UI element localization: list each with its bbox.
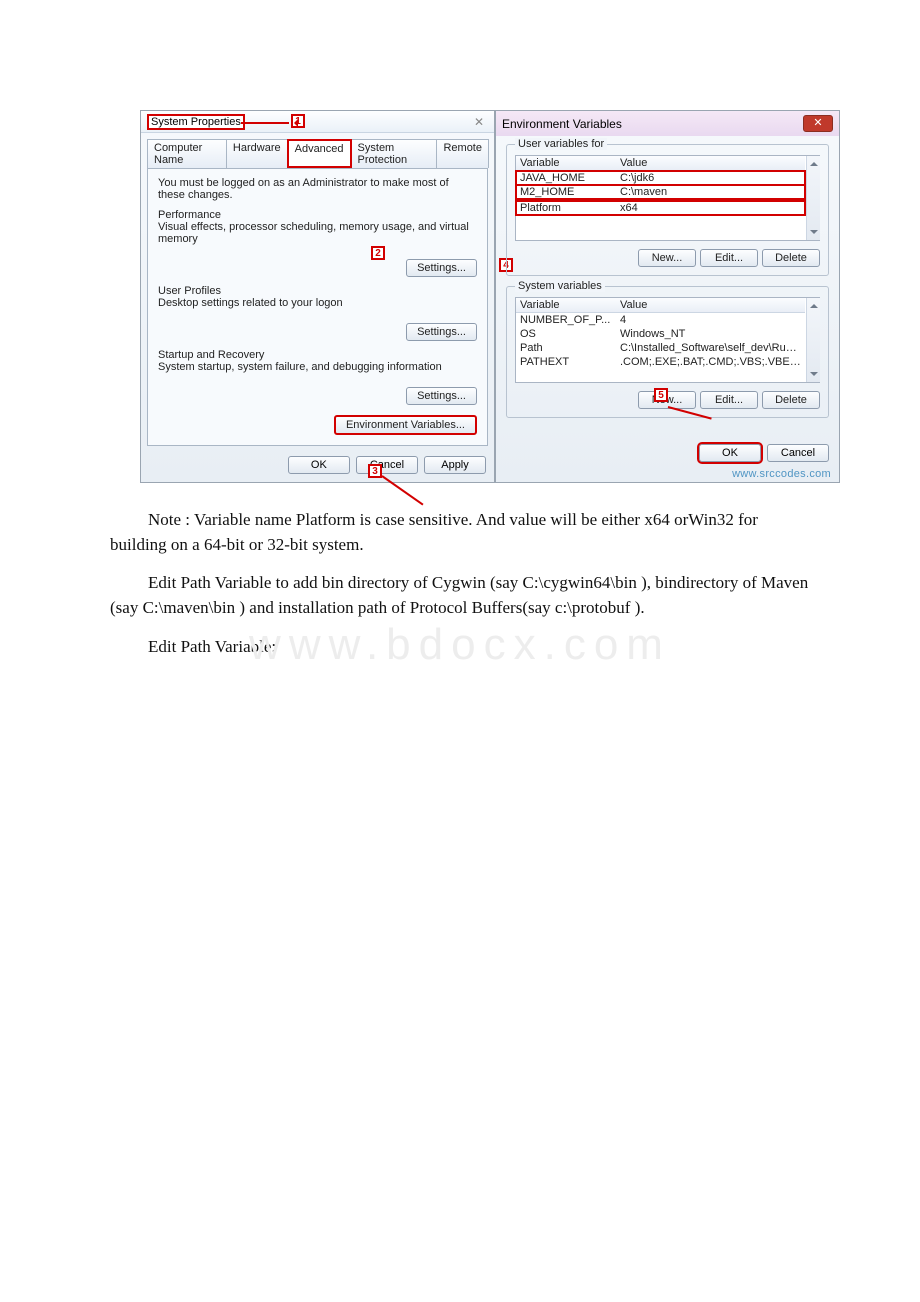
close-icon[interactable]: ✕ [803, 115, 833, 132]
document-text: Note : Variable name Platform is case se… [40, 508, 880, 659]
sysprops-footer: OK Cancel Apply [141, 446, 494, 474]
ok-button[interactable]: OK [288, 456, 350, 474]
env-titlebar: Environment Variables ✕ [496, 111, 839, 136]
list-item[interactable]: M2_HOME C:\maven [516, 185, 805, 199]
col-variable: Variable [520, 157, 620, 169]
tab-computer-name[interactable]: Computer Name [147, 139, 227, 168]
tab-remote[interactable]: Remote [436, 139, 489, 168]
environment-variables-dialog: Environment Variables ✕ 4 User variables… [495, 110, 840, 483]
list-item[interactable]: Platform x64 [516, 201, 805, 215]
list-item[interactable]: PATHEXT .COM;.EXE;.BAT;.CMD;.VBS;.VBE;.J… [516, 355, 805, 369]
tab-hardware[interactable]: Hardware [226, 139, 288, 168]
sysprops-titlebar: System Properties 1 ✕ [141, 111, 494, 133]
path-instruction-paragraph: Edit Path Variable to add bin directory … [110, 571, 810, 620]
user-variables-list[interactable]: Variable Value JAVA_HOME C:\jdk6 M2_HOME… [515, 155, 820, 241]
user-edit-button[interactable]: Edit... [700, 249, 758, 267]
col-value: Value [620, 157, 801, 169]
apply-button[interactable]: Apply [424, 456, 486, 474]
tab-system-protection[interactable]: System Protection [351, 139, 438, 168]
system-properties-dialog: System Properties 1 ✕ Computer Name Hard… [140, 110, 495, 483]
env-ok-button[interactable]: OK [699, 444, 761, 462]
user-new-button[interactable]: New... [638, 249, 696, 267]
col-value: Value [620, 299, 801, 311]
user-variables-legend: User variables for [515, 138, 607, 150]
list-item[interactable]: NUMBER_OF_P... 4 [516, 313, 805, 327]
list-item[interactable] [516, 199, 805, 201]
sys-edit-button[interactable]: Edit... [700, 391, 758, 409]
env-watermark: www.srccodes.com [732, 468, 831, 480]
performance-settings-button[interactable]: Settings... [406, 259, 477, 277]
env-footer: OK Cancel [496, 438, 839, 470]
env-title: Environment Variables [502, 117, 622, 131]
scrollbar[interactable] [806, 156, 820, 240]
close-icon[interactable]: ✕ [470, 115, 488, 129]
edit-path-heading: Edit Path Variable: [110, 635, 810, 660]
list-item[interactable]: OS Windows_NT [516, 327, 805, 341]
env-cancel-button[interactable]: Cancel [767, 444, 829, 462]
annotation-marker-2: 2 [371, 246, 385, 260]
sysprops-title: System Properties [147, 114, 245, 130]
user-profiles-desc: Desktop settings related to your logon [158, 297, 477, 309]
list-header: Variable Value [516, 156, 805, 171]
startup-settings-button[interactable]: Settings... [406, 387, 477, 405]
user-profiles-title: User Profiles [158, 285, 477, 297]
list-item[interactable]: JAVA_HOME C:\jdk6 [516, 171, 805, 185]
startup-desc: System startup, system failure, and debu… [158, 361, 477, 373]
performance-title: Performance [158, 209, 477, 221]
system-variables-legend: System variables [515, 280, 605, 292]
annotation-marker-3: 3 [368, 464, 382, 478]
cancel-button[interactable]: Cancel [356, 456, 418, 474]
admin-note: You must be logged on as an Administrato… [158, 177, 477, 201]
tab-advanced[interactable]: Advanced [287, 139, 352, 168]
environment-variables-button[interactable]: Environment Variables... [334, 415, 477, 435]
sysprops-tabs: Computer Name Hardware Advanced System P… [141, 133, 494, 168]
user-profiles-settings-button[interactable]: Settings... [406, 323, 477, 341]
user-variables-group: User variables for Variable Value JAVA_H… [506, 144, 829, 276]
annotation-arrow-1 [241, 122, 289, 124]
user-delete-button[interactable]: Delete [762, 249, 820, 267]
col-variable: Variable [520, 299, 620, 311]
list-header: Variable Value [516, 298, 805, 313]
performance-desc: Visual effects, processor scheduling, me… [158, 221, 477, 245]
annotation-arrow-3 [381, 475, 423, 505]
sysprops-tab-body: You must be logged on as an Administrato… [147, 168, 488, 446]
list-item[interactable]: Path C:\Installed_Software\self_dev\Ruby… [516, 341, 805, 355]
sys-delete-button[interactable]: Delete [762, 391, 820, 409]
note-paragraph: Note : Variable name Platform is case se… [110, 508, 810, 557]
startup-title: Startup and Recovery [158, 349, 477, 361]
scrollbar[interactable] [806, 298, 820, 382]
annotation-marker-5: 5 [654, 388, 668, 402]
system-variables-list[interactable]: Variable Value NUMBER_OF_P... 4 OS Windo… [515, 297, 820, 383]
